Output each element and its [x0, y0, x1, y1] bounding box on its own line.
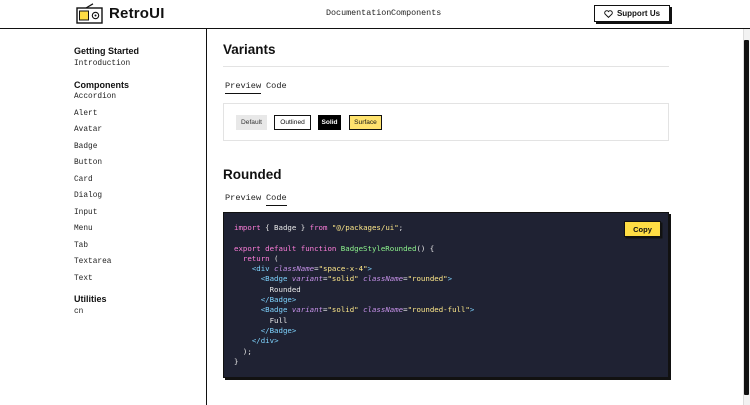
top-header: RetroUI Documentation Components Support…	[0, 0, 750, 29]
sidebar-item-badge[interactable]: Badge	[74, 143, 97, 151]
support-us-label: Support Us	[616, 9, 661, 18]
code-line-14: }	[234, 356, 239, 366]
variants-title: Variants	[223, 42, 276, 57]
sidebar-item-input[interactable]: Input	[74, 209, 97, 217]
sidebar-item-button[interactable]: Button	[74, 159, 102, 167]
badge-outlined: Outlined	[274, 115, 311, 130]
badge-solid: Solid	[318, 115, 341, 130]
sidebar-item-menu[interactable]: Menu	[74, 225, 93, 233]
code-content: import { Badge } from "@/packages/ui"; e…	[234, 223, 474, 367]
nav-documentation[interactable]: Documentation	[326, 8, 391, 18]
code-line-3: export default function BadgeStyleRounde…	[234, 243, 435, 253]
sidebar-item-alert[interactable]: Alert	[74, 110, 97, 118]
brand-name: RetroUI	[109, 5, 165, 22]
sidebar-item-dialog[interactable]: Dialog	[74, 192, 102, 200]
sidebar-item-textarea[interactable]: Textarea	[74, 258, 111, 266]
copy-button[interactable]: Copy	[624, 221, 661, 237]
sidebar-item-text[interactable]: Text	[74, 275, 93, 283]
code-line-12: </div>	[251, 336, 279, 346]
sidebar-item-tab[interactable]: Tab	[74, 242, 88, 250]
sidebar-item-cn[interactable]: cn	[74, 308, 83, 316]
code-line-9: <Badge variant="solid" className="rounde…	[260, 305, 475, 315]
code-line-4: return (	[242, 253, 279, 263]
code-line-10: Full	[269, 315, 288, 325]
support-us-button[interactable]: Support Us	[594, 5, 670, 22]
variants-divider	[223, 66, 669, 67]
code-line-7: Rounded	[269, 284, 301, 294]
sidebar-item-card[interactable]: Card	[74, 176, 93, 184]
code-line-6: <Badge variant="solid" className="rounde…	[260, 274, 453, 284]
sidebar-heading-components: Components	[74, 80, 129, 90]
code-line-13: );	[242, 346, 252, 356]
sidebar-item-avatar[interactable]: Avatar	[74, 126, 102, 134]
code-line-1: import { Badge } from "@/packages/ui";	[234, 223, 404, 232]
rounded-tab-preview[interactable]: Preview	[225, 193, 261, 205]
sidebar-heading-utilities: Utilities	[74, 294, 107, 304]
heart-icon	[604, 9, 613, 18]
sidebar-item-introduction[interactable]: Introduction	[74, 60, 130, 68]
variants-tab-code[interactable]: Code	[266, 81, 287, 93]
code-line-5: <div className="space-x-4">	[251, 264, 372, 274]
code-block: Copy import { Badge } from "@/packages/u…	[223, 212, 669, 378]
code-line-8: </Badge>	[260, 295, 297, 305]
radio-icon	[76, 3, 103, 24]
rounded-title: Rounded	[223, 167, 282, 182]
sidebar-heading-getting-started: Getting Started	[74, 46, 140, 56]
brand-logo[interactable]: RetroUI	[76, 3, 165, 24]
variants-tab-preview[interactable]: Preview	[225, 81, 262, 94]
badge-surface: Surface	[349, 115, 382, 130]
code-line-11: </Badge>	[260, 325, 297, 335]
rounded-tab-code[interactable]: Code	[266, 193, 287, 206]
nav-components[interactable]: Components	[391, 8, 441, 18]
badge-default: Default	[236, 115, 267, 130]
sidebar-item-accordion[interactable]: Accordion	[74, 93, 116, 101]
page-scrollbar-thumb[interactable]	[744, 40, 749, 395]
